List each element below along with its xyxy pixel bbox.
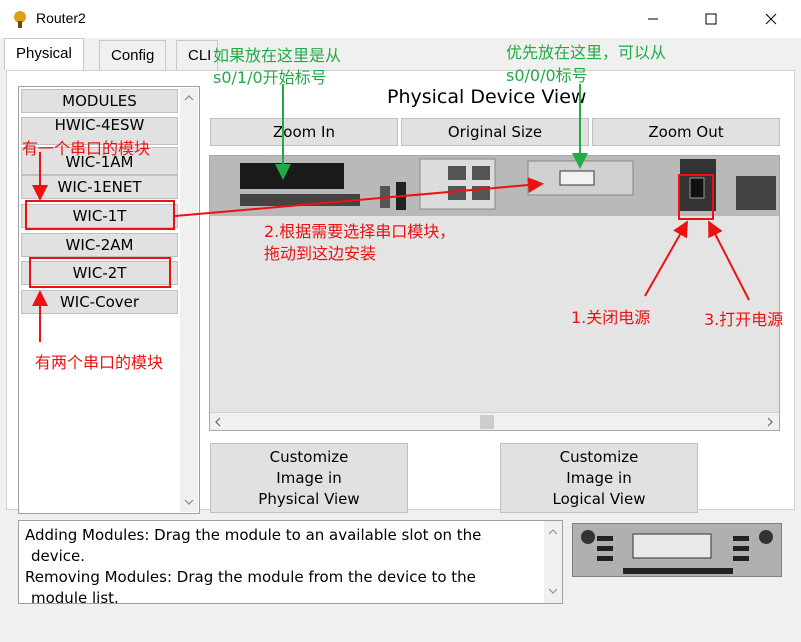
zoom-out-button[interactable]: Zoom Out: [592, 118, 780, 146]
tab-config[interactable]: Config: [99, 40, 167, 70]
device-view-scrollbar[interactable]: [210, 412, 779, 430]
zoom-in-button[interactable]: Zoom In: [210, 118, 398, 146]
highlight-wic-1t: [25, 200, 175, 230]
info-text-box: Adding Modules: Drag the module to an av…: [18, 520, 563, 604]
info-line: module list.: [31, 589, 119, 604]
tab-physical[interactable]: Physical: [4, 38, 84, 70]
annotation-slot-s000: 优先放在这里，可以从: [506, 43, 667, 62]
tab-cli[interactable]: CLI: [176, 40, 218, 70]
annotation-drag-module: 2.根据需要选择串口模块，: [264, 222, 456, 241]
annotation-power-off: 1.关闭电源: [571, 308, 651, 327]
minimize-button[interactable]: [630, 0, 676, 38]
window-title: Router2: [36, 10, 86, 26]
maximize-icon: [705, 13, 717, 25]
tab-bar: Physical Config CLI: [0, 38, 801, 70]
customize-label: Customize: [269, 448, 349, 466]
customize-label: Image in: [276, 469, 342, 487]
scroll-arrows-icon: [184, 95, 194, 505]
annotation-drag-module-b: 拖动到这边安装: [264, 244, 377, 263]
customize-label: Physical View: [258, 490, 360, 508]
highlight-power-switch: [678, 174, 714, 220]
title-bar: Router2: [0, 0, 801, 38]
customize-label: Image in: [566, 469, 632, 487]
annotation-two-serial: 有两个串口的模块: [35, 353, 164, 372]
info-line: device.: [31, 547, 86, 565]
close-icon: [765, 13, 777, 25]
annotation-slot-s010-b: s0/1/0开始标号: [213, 68, 327, 87]
modules-header: MODULES: [21, 89, 178, 113]
module-wic-2am[interactable]: WIC-2AM: [21, 233, 178, 257]
original-size-button[interactable]: Original Size: [401, 118, 589, 146]
wic-module-graphic: [573, 524, 781, 576]
module-label: HWIC-4ESW: [54, 116, 145, 134]
customize-physical-view-button[interactable]: Customize Image in Physical View: [210, 443, 408, 513]
highlight-wic-2t: [29, 257, 171, 288]
scroll-arrows-icon: [215, 415, 773, 429]
customize-label: Logical View: [552, 490, 646, 508]
module-wic-cover[interactable]: WIC-Cover: [21, 290, 178, 314]
annotation-slot-s000-b: s0/0/0标号: [506, 66, 588, 85]
annotation-one-serial: 有一个串口的模块: [22, 139, 151, 158]
annotation-slot-s010: 如果放在这里是从: [213, 46, 342, 65]
modules-scrollbar[interactable]: [180, 88, 198, 512]
info-line: Removing Modules: Drag the module from t…: [25, 568, 476, 586]
close-button[interactable]: [748, 0, 794, 38]
customize-label: Customize: [559, 448, 639, 466]
scroll-arrows-icon: [548, 529, 558, 594]
module-wic-1enet[interactable]: WIC-1ENET: [21, 175, 178, 199]
minimize-icon: [648, 18, 658, 20]
maximize-button[interactable]: [688, 0, 734, 38]
router-app-icon: [14, 11, 26, 28]
info-scrollbar[interactable]: [544, 521, 562, 603]
physical-device-view-title: Physical Device View: [387, 86, 587, 108]
customize-logical-view-button[interactable]: Customize Image in Logical View: [500, 443, 698, 513]
annotation-power-on: 3.打开电源: [704, 310, 784, 329]
module-preview-image: [572, 523, 782, 577]
info-line: Adding Modules: Drag the module to an av…: [25, 526, 482, 544]
